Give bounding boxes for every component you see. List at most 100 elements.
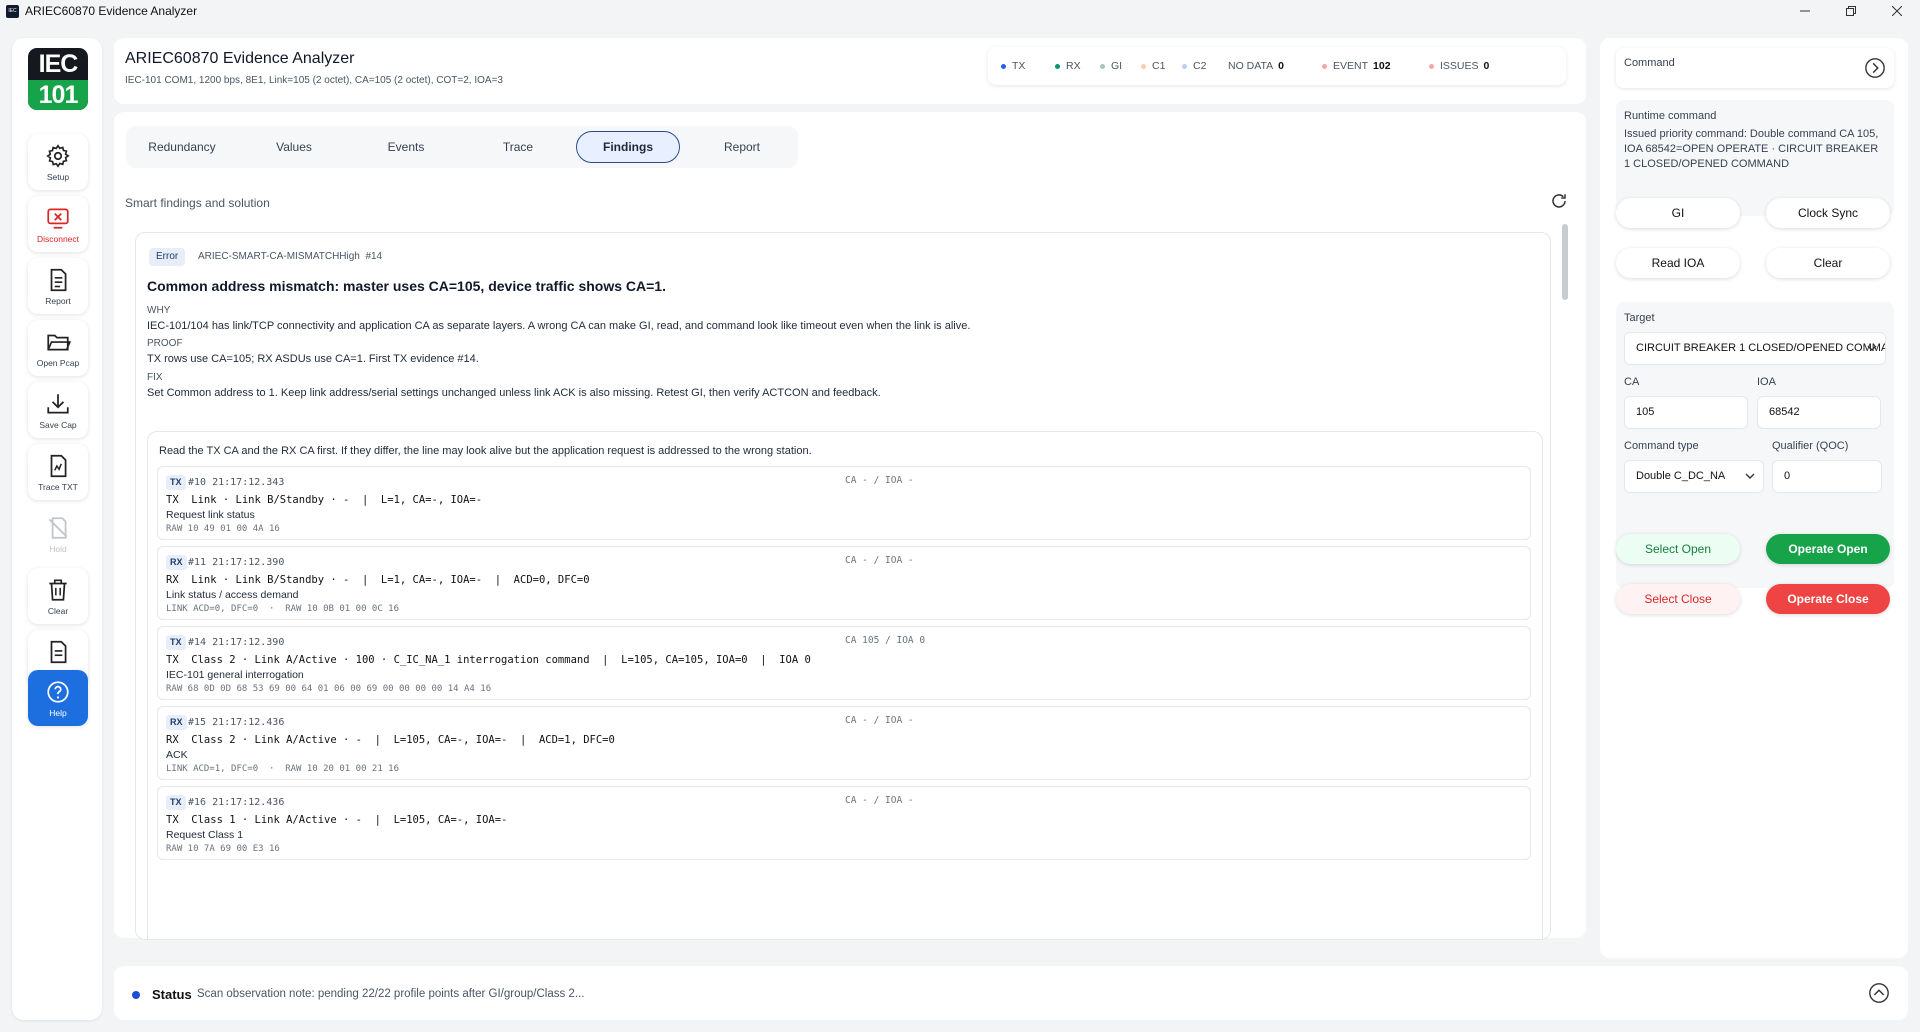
sidebar-item-label: Help <box>49 707 67 718</box>
event-summary: RX Class 2 · Link A/Active · - | L=105, … <box>166 734 615 746</box>
tab-report[interactable]: Report <box>686 131 798 163</box>
logo-bottom-text: 101 <box>28 80 88 110</box>
sidebar-item-label: Open Pcap <box>36 357 80 368</box>
tx-dot <box>1001 63 1006 69</box>
legend-tx: TX <box>1001 60 1025 72</box>
legend-c1: C1 <box>1141 60 1165 72</box>
target-select[interactable]: CIRCUIT BREAKER 1 CLOSED/OPENED COMMAND <box>1624 332 1886 365</box>
command-type-select[interactable]: Double C_DC_NA <box>1624 460 1764 493</box>
gi-button[interactable]: GI <box>1616 198 1740 228</box>
sidebar-item-label: Clear <box>47 605 69 616</box>
tab-values[interactable]: Values <box>238 131 350 163</box>
tab-events[interactable]: Events <box>350 131 462 163</box>
event-description: Request Class 1 <box>166 829 244 841</box>
legend-event: EVENT 102 <box>1322 60 1391 72</box>
direction-badge: RX <box>166 715 187 730</box>
maximize-button[interactable] <box>1828 0 1874 22</box>
gi-dot <box>1100 63 1105 69</box>
minimize-icon <box>1800 10 1810 12</box>
sidebar-item-setup[interactable]: Setup <box>28 134 88 190</box>
help-icon <box>47 680 69 703</box>
sidebar: IEC 101 Setup Disconnect Report Open Pca… <box>12 38 102 1020</box>
refresh-icon[interactable] <box>1550 192 1568 210</box>
sidebar-item-disconnect[interactable]: Disconnect <box>28 196 88 252</box>
direction-badge: TX <box>166 475 186 490</box>
operate-open-button[interactable]: Operate Open <box>1766 534 1890 564</box>
ioa-input[interactable]: 68542 <box>1757 396 1881 429</box>
event-summary: TX Class 2 · Link A/Active · 100 · C_IC_… <box>166 654 811 666</box>
restore-icon <box>1846 6 1856 16</box>
qualifier-label: Qualifier (QOC) <box>1772 440 1849 452</box>
list-item[interactable]: RX #11 21:17:12.390 CA - / IOA - RX Link… <box>157 546 1531 620</box>
read-ioa-button[interactable]: Read IOA <box>1616 248 1740 278</box>
list-item[interactable]: TX #16 21:17:12.436 CA - / IOA - TX Clas… <box>157 786 1531 860</box>
qualifier-input[interactable]: 0 <box>1772 460 1882 493</box>
sidebar-item-trace-txt[interactable]: Trace TXT <box>28 444 88 500</box>
select-open-button[interactable]: Select Open <box>1616 534 1740 564</box>
proof-label: PROOF <box>147 338 183 349</box>
connection-summary: IEC-101 COM1, 1200 bps, 8E1, Link=105 (2… <box>125 75 503 86</box>
app-logo: IEC 101 <box>28 48 88 110</box>
chevron-up-icon[interactable] <box>1868 982 1890 1004</box>
header: ARIEC60870 Evidence Analyzer IEC-101 COM… <box>114 38 1586 104</box>
direction-badge: TX <box>166 635 186 650</box>
event-description: Request link status <box>166 509 255 521</box>
minimize-button[interactable] <box>1782 0 1828 22</box>
why-label: WHY <box>147 305 171 316</box>
clock-sync-button[interactable]: Clock Sync <box>1766 198 1890 228</box>
event-ca: CA - / IOA - <box>845 555 914 566</box>
status-dot <box>132 991 140 999</box>
direction-badge: TX <box>166 795 186 810</box>
event-header: #15 21:17:12.436 <box>188 717 285 728</box>
operate-close-button[interactable]: Operate Close <box>1766 584 1890 614</box>
gear-icon <box>46 143 70 168</box>
report-icon <box>50 268 67 291</box>
tab-trace[interactable]: Trace <box>462 131 574 163</box>
sidebar-item-label: Save Cap <box>39 419 77 430</box>
list-item[interactable]: RX #15 21:17:12.436 CA - / IOA - RX Clas… <box>157 706 1531 780</box>
proof-text: TX rows use CA=105; RX ASDUs use CA=1. F… <box>147 353 479 365</box>
finding-title: Common address mismatch: master uses CA=… <box>147 278 666 294</box>
command-panel: Command Runtime command Issued priority … <box>1600 38 1908 958</box>
sidebar-item-open-pcap[interactable]: Open Pcap <box>28 320 88 376</box>
sidebar-item-report[interactable]: Report <box>28 258 88 314</box>
evidence-hint: Read the TX CA and the RX CA first. If t… <box>159 445 812 457</box>
legend-issues: ISSUES 0 <box>1429 60 1489 72</box>
app-icon: IEC <box>6 4 19 18</box>
tab-findings[interactable]: Findings <box>576 131 680 163</box>
hold-icon <box>48 516 68 539</box>
sidebar-item-help[interactable]: Help <box>28 670 88 726</box>
tab-redundancy[interactable]: Redundancy <box>126 131 238 163</box>
list-item[interactable]: TX #10 21:17:12.343 CA - / IOA - TX Link… <box>157 466 1531 540</box>
ca-input[interactable]: 105 <box>1624 396 1748 429</box>
close-icon <box>1892 6 1902 16</box>
event-ca: CA - / IOA - <box>845 795 914 806</box>
event-ca: CA 105 / IOA 0 <box>845 635 926 646</box>
rx-dot <box>1055 63 1060 69</box>
fix-text: Set Common address to 1. Keep link addre… <box>147 387 881 399</box>
event-raw: RAW 10 7A 69 00 E3 16 <box>166 844 280 854</box>
sidebar-item-hold[interactable]: Hold <box>28 506 88 562</box>
direction-badge: RX <box>166 555 187 570</box>
download-icon <box>47 393 69 414</box>
sidebar-item-label: Disconnect <box>36 233 80 244</box>
sidebar-item-clear[interactable]: Clear <box>28 568 88 624</box>
chevron-down-icon <box>1745 473 1755 479</box>
title-bar: IEC ARIEC60870 Evidence Analyzer <box>0 0 1920 22</box>
scrollbar[interactable] <box>1562 224 1568 300</box>
clear-button[interactable]: Clear <box>1766 248 1890 278</box>
section-title: Smart findings and solution <box>125 196 270 210</box>
event-header: #16 21:17:12.436 <box>188 797 285 808</box>
event-header: #11 21:17:12.390 <box>188 557 285 568</box>
close-window-button[interactable] <box>1874 0 1920 22</box>
target-label: Target <box>1624 312 1655 324</box>
tab-bar: Redundancy Values Events Trace Findings … <box>126 126 798 168</box>
page-title: ARIEC60870 Evidence Analyzer <box>125 50 355 67</box>
chevron-right-icon[interactable] <box>1864 57 1886 79</box>
ca-label: CA <box>1624 376 1640 388</box>
sidebar-item-save-cap[interactable]: Save Cap <box>28 382 88 438</box>
finding-code: ARIEC-SMART-CA-MISMATCHHigh #14 <box>198 251 383 262</box>
select-close-button[interactable]: Select Close <box>1616 584 1740 614</box>
legend-gi: GI <box>1100 60 1122 72</box>
list-item[interactable]: TX #14 21:17:12.390 CA 105 / IOA 0 TX Cl… <box>157 626 1531 700</box>
